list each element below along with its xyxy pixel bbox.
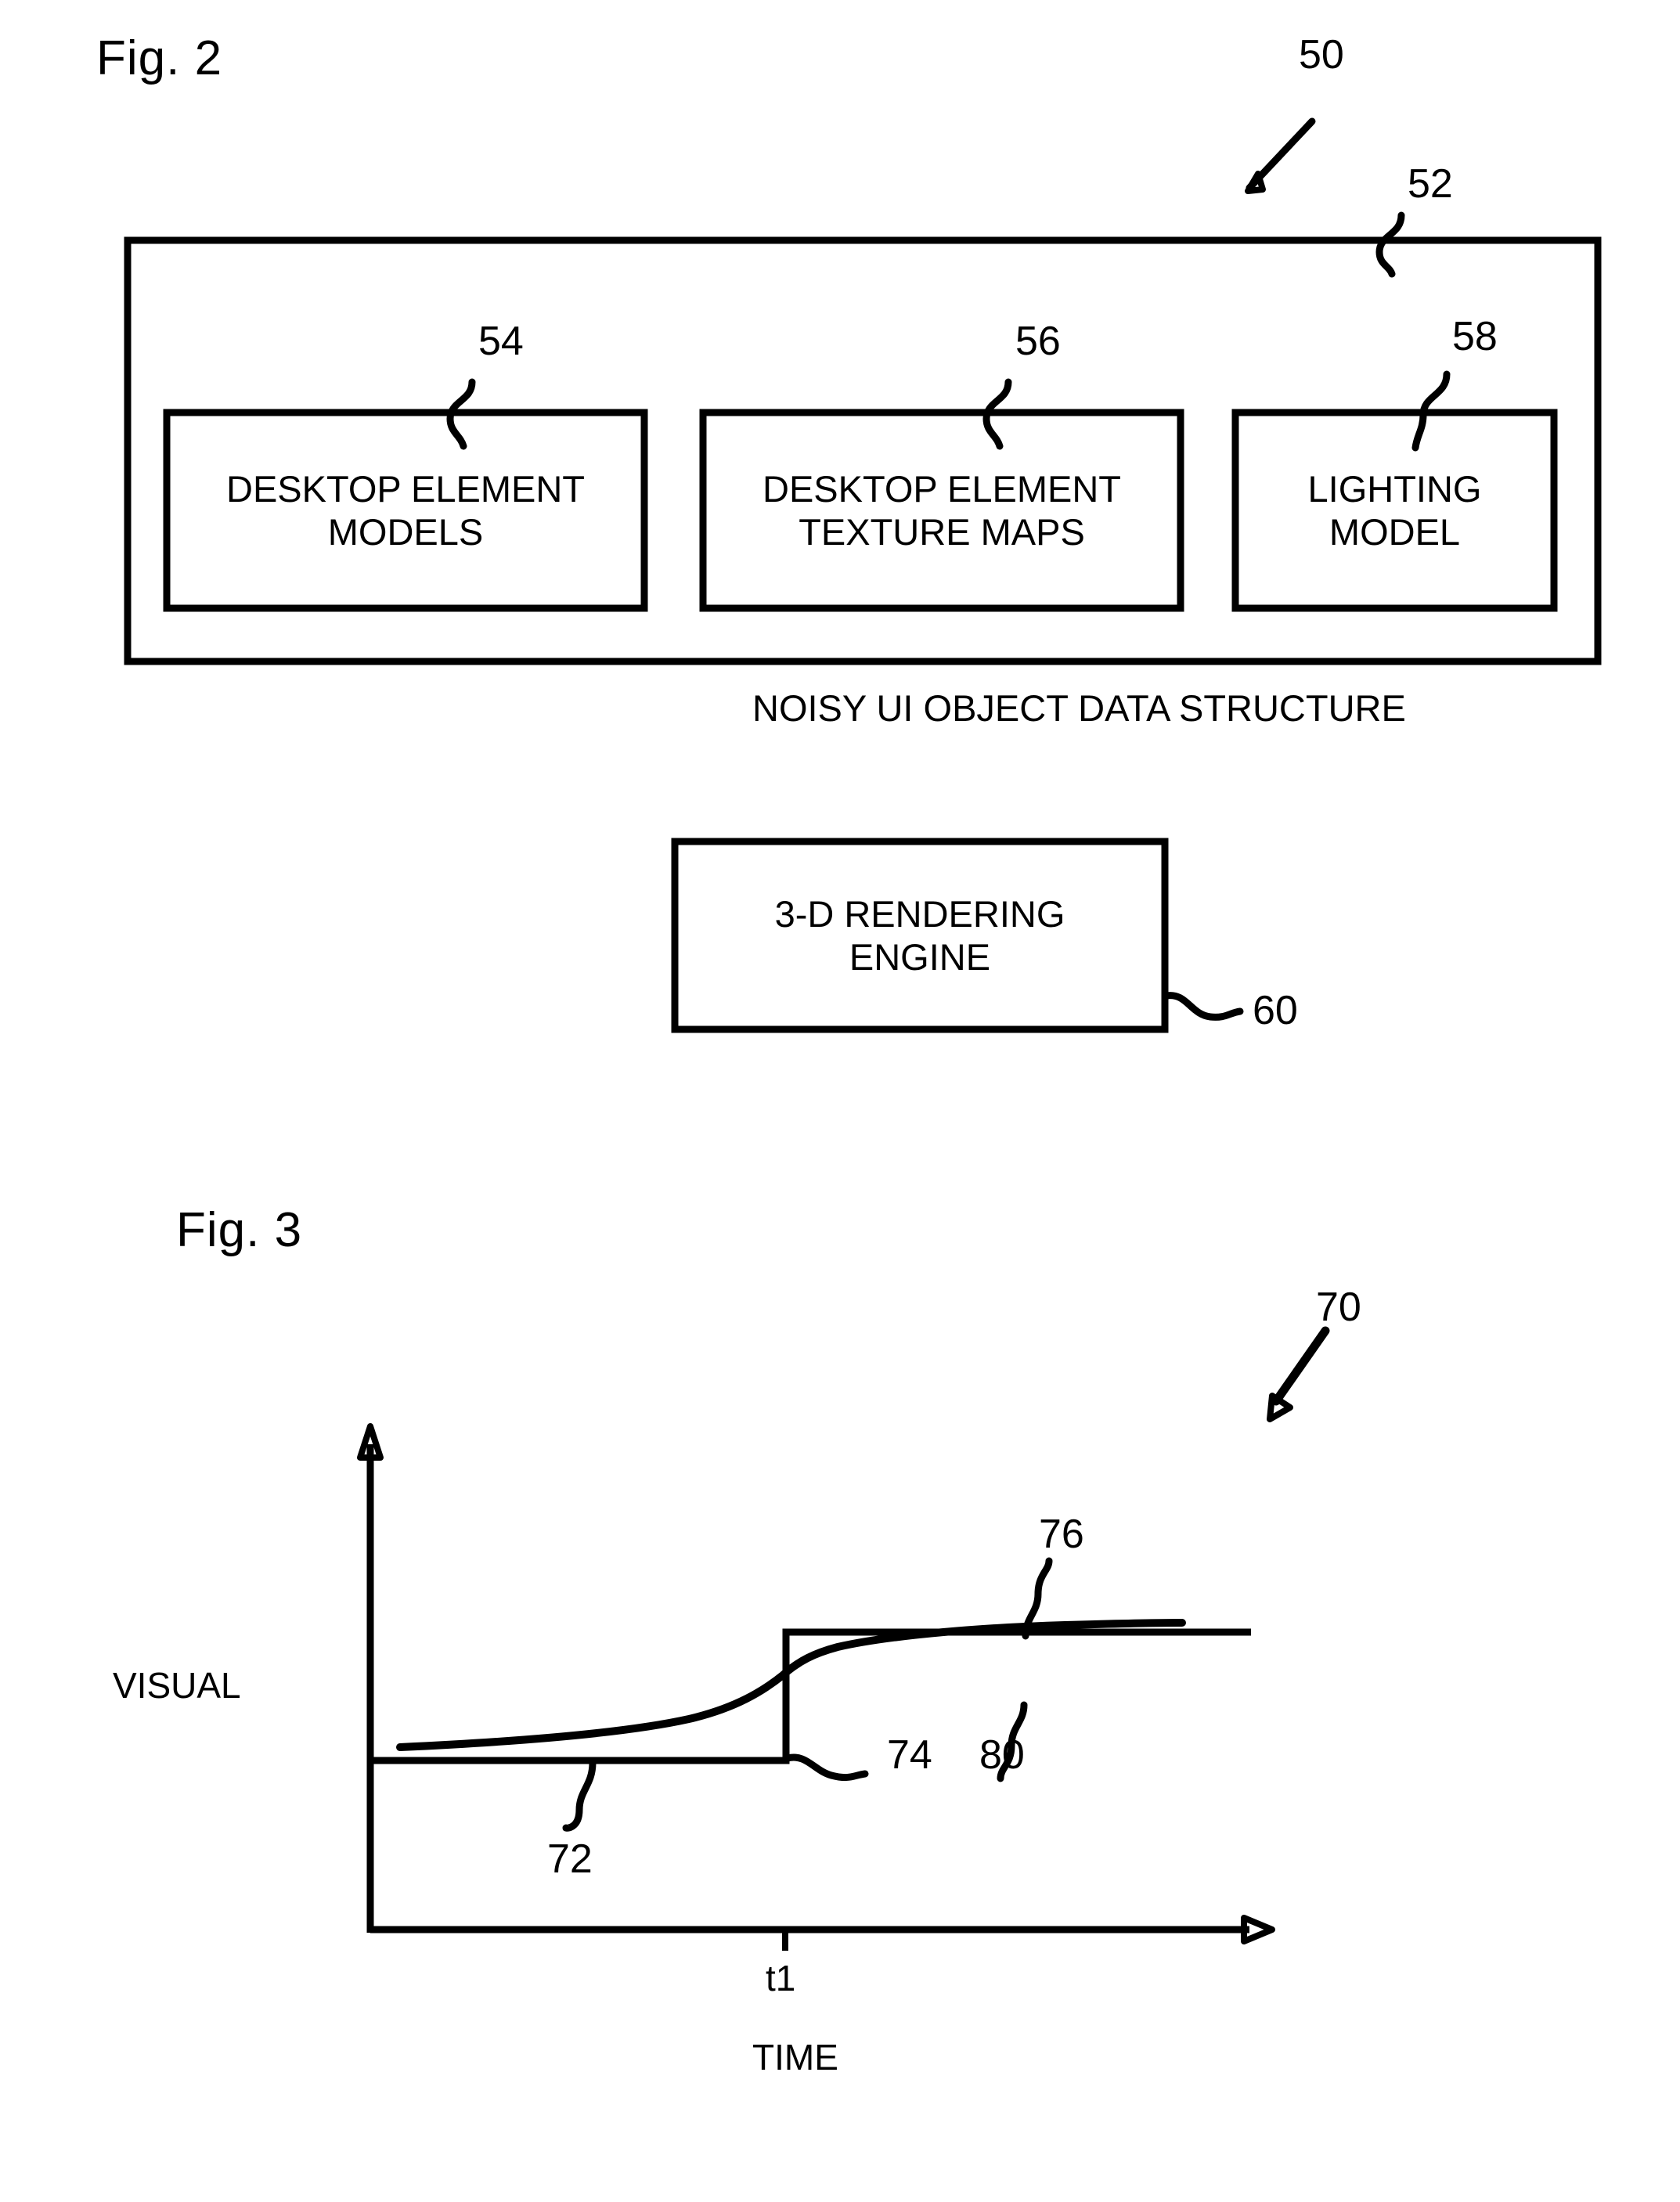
ref-60-leader <box>1163 992 1244 1021</box>
figure-2-title: Fig. 2 <box>96 31 223 85</box>
visual-response-curve <box>396 1619 1186 1751</box>
rendering-engine-line1: 3-D RENDERING <box>774 893 1065 935</box>
lighting-model-line2: MODEL <box>1328 511 1461 553</box>
desktop-element-texture-maps-label: DESKTOP ELEMENT TEXTURE MAPS <box>703 413 1181 608</box>
lighting-model-line1: LIGHTING <box>1307 468 1482 510</box>
desktop-element-models-label: DESKTOP ELEMENT MODELS <box>167 413 644 608</box>
ref-72-leader <box>562 1759 597 1832</box>
ref-70-leader <box>1267 1326 1330 1422</box>
ref-76-leader <box>1022 1557 1053 1640</box>
ref-number-72: 72 <box>547 1836 593 1882</box>
figure-3-title: Fig. 3 <box>176 1203 303 1257</box>
rendering-engine-label: 3-D RENDERING ENGINE <box>675 842 1165 1029</box>
figure-vector-layer <box>124 117 1602 1951</box>
y-axis-label: VISUAL <box>113 1665 241 1706</box>
patent-figure-sheet: Fig. 2 50 52 54 56 58 DESKTOP ELEMENT MO… <box>0 0 1680 2202</box>
lighting-model-label: LIGHTING MODEL <box>1235 413 1554 608</box>
desktop-element-models-line2: MODELS <box>327 511 484 553</box>
ref-number-80: 80 <box>979 1732 1025 1778</box>
ref-52-leader <box>1375 211 1405 278</box>
ref-50-leader <box>1245 117 1316 194</box>
desktop-element-models-line1: DESKTOP ELEMENT <box>226 468 585 510</box>
ref-number-56: 56 <box>1015 319 1061 364</box>
ref-number-58: 58 <box>1452 314 1498 359</box>
rendering-engine-line2: ENGINE <box>849 936 991 978</box>
x-axis-label: TIME <box>752 2037 838 2078</box>
desktop-element-texture-maps-line1: DESKTOP ELEMENT <box>762 468 1121 510</box>
x-axis-tick-label-t1: t1 <box>766 1958 796 1998</box>
ref-number-54: 54 <box>478 319 524 364</box>
ref-number-60: 60 <box>1253 988 1298 1033</box>
ref-number-70: 70 <box>1316 1285 1361 1330</box>
ref-number-76: 76 <box>1039 1512 1084 1557</box>
desktop-element-texture-maps-line2: TEXTURE MAPS <box>799 511 1085 553</box>
y-axis <box>357 1423 384 1933</box>
noisy-ui-object-data-structure-label: NOISY UI OBJECT DATA STRUCTURE <box>752 687 1406 729</box>
ref-74-leader <box>784 1753 869 1782</box>
ref-number-74: 74 <box>887 1732 932 1778</box>
ref-number-50: 50 <box>1299 32 1344 77</box>
ref-number-52: 52 <box>1408 161 1453 207</box>
x-axis <box>370 1915 1275 1944</box>
step-input-trace <box>370 1628 1251 1764</box>
